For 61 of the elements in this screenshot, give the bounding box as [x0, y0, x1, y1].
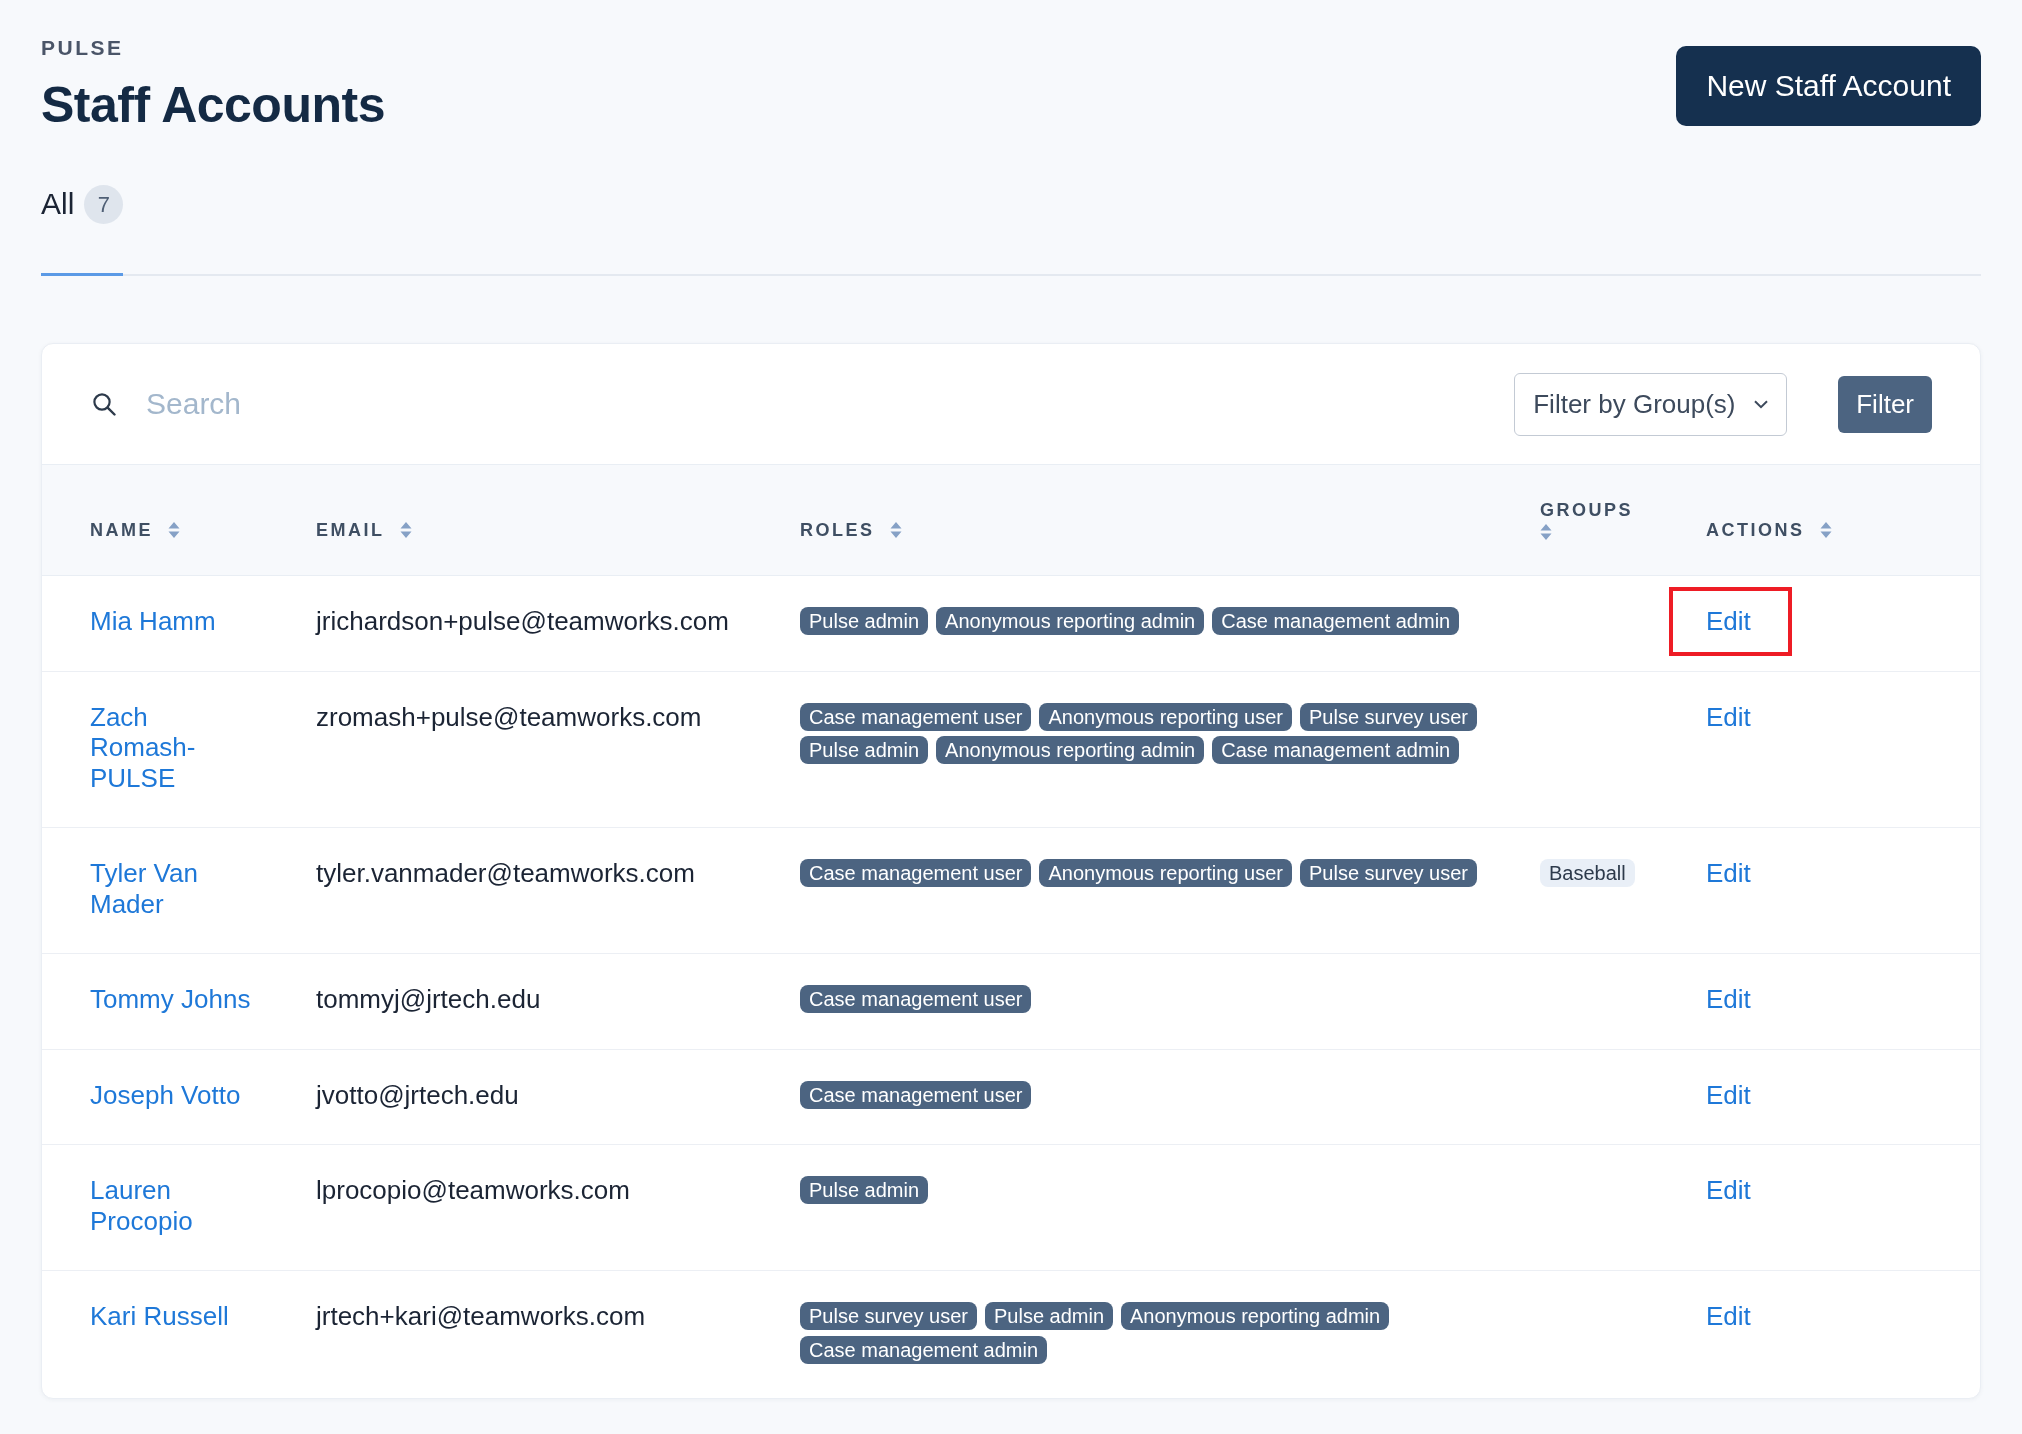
group-tag: Baseball [1540, 859, 1635, 888]
email-text: tommyj@jrtech.edu [316, 984, 541, 1014]
email-text: jrtech+kari@teamworks.com [316, 1301, 646, 1331]
filter-button[interactable]: Filter [1838, 375, 1932, 433]
column-header[interactable]: ROLES [800, 519, 875, 541]
edit-link[interactable]: Edit [1706, 858, 1751, 889]
email-text: lprocopio@teamworks.com [316, 1175, 630, 1205]
role-tag: Case management user [800, 985, 1032, 1014]
sort-icon[interactable] [1819, 521, 1832, 539]
role-tag: Case management user [800, 859, 1032, 888]
email-text: jrichardson+pulse@teamworks.com [316, 606, 729, 636]
role-tag: Pulse survey user [1300, 702, 1477, 731]
email-text: jvotto@jrtech.edu [316, 1079, 519, 1110]
sort-icon[interactable] [1540, 523, 1552, 541]
edit-link[interactable]: Edit [1706, 1079, 1751, 1110]
app-name: PULSE [41, 36, 124, 60]
role-tag: Pulse survey user [1300, 859, 1477, 888]
role-tag: Pulse survey user [800, 1302, 977, 1331]
role-tag: Pulse admin [800, 607, 929, 636]
column-header[interactable]: GROUPS [1540, 499, 1633, 521]
staff-name-link[interactable]: Kari Russell [90, 1301, 229, 1332]
role-tag: Case management admin [800, 1335, 1047, 1364]
column-header[interactable]: ACTIONS [1706, 519, 1805, 541]
sort-icon[interactable] [889, 521, 902, 539]
edit-link[interactable]: Edit [1706, 701, 1751, 732]
staff-name-link[interactable]: Tommy Johns [90, 984, 251, 1015]
role-tag: Case management user [800, 1080, 1032, 1109]
staff-name-link[interactable]: Joseph Votto [90, 1079, 241, 1110]
role-tag: Case management admin [1212, 736, 1460, 765]
staff-name-link[interactable]: Tyler Van Mader [90, 858, 257, 919]
role-tag: Anonymous reporting admin [1121, 1302, 1390, 1331]
search-field[interactable]: Search [146, 382, 1515, 426]
staff-name-link[interactable]: Mia Hamm [90, 606, 216, 637]
role-tag: Pulse admin [984, 1302, 1114, 1331]
edit-link[interactable]: Edit [1706, 1301, 1751, 1332]
chevron-down-icon [1754, 399, 1769, 409]
count-badge: 7 [84, 184, 124, 224]
role-tag: Pulse admin [800, 1176, 929, 1205]
new-staff-account-button[interactable]: New Staff Account [1676, 46, 1981, 126]
edit-link[interactable]: Edit [1706, 606, 1751, 637]
column-header[interactable]: NAME [90, 519, 153, 541]
sort-icon[interactable] [168, 521, 180, 539]
edit-link[interactable]: Edit [1706, 1175, 1751, 1206]
staff-name-link[interactable]: Zach Romash-PULSE [90, 701, 257, 793]
role-tag: Anonymous reporting user [1039, 702, 1293, 731]
group-filter-dropdown[interactable]: Filter by Group(s) [1514, 372, 1788, 436]
page-title: Staff Accounts [41, 76, 385, 135]
staff-name-link[interactable]: Lauren Procopio [90, 1175, 257, 1236]
tab[interactable]: All 7 [41, 184, 124, 276]
edit-link[interactable]: Edit [1706, 984, 1751, 1015]
role-tag: Anonymous reporting admin [936, 607, 1205, 636]
role-tag: Case management admin [1212, 607, 1460, 636]
column-header[interactable]: EMAIL [316, 519, 385, 541]
role-tag: Anonymous reporting admin [936, 736, 1205, 765]
role-tag: Case management user [800, 702, 1032, 731]
role-tag: Pulse admin [800, 736, 929, 765]
role-tag: Anonymous reporting user [1039, 859, 1293, 888]
email-text: tyler.vanmader@teamworks.com [316, 858, 695, 888]
search-icon [92, 392, 116, 416]
sort-icon[interactable] [399, 521, 412, 539]
email-text: zromash+pulse@teamworks.com [316, 701, 702, 732]
